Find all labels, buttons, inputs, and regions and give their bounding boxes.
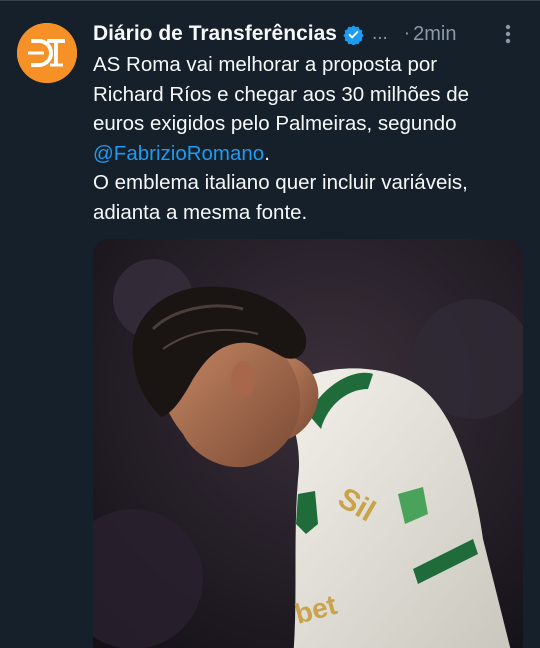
separator-dot: ·	[403, 23, 411, 44]
author-name[interactable]: Diário de Transferências	[93, 22, 337, 46]
avatar-logo	[17, 23, 77, 83]
tweet-text: AS Roma vai melhorar a proposta por Rich…	[93, 50, 533, 227]
tweet-timestamp[interactable]: 2min	[413, 23, 456, 46]
handle-truncated[interactable]: ...	[372, 23, 388, 45]
tweet-photo[interactable]: Sil bet	[93, 239, 523, 648]
tweet-text-line: Richard Ríos e chegar aos 30 milhões de	[93, 82, 470, 106]
mention-suffix: .	[264, 141, 270, 165]
mention-link[interactable]: @FabrizioRomano	[93, 142, 264, 165]
more-vertical-icon	[505, 24, 511, 44]
tweet-text-line: O emblema italiano quer incluir variávei…	[93, 171, 468, 194]
more-options-button[interactable]	[496, 22, 520, 46]
verified-badge-icon	[343, 24, 364, 45]
avatar[interactable]	[17, 23, 77, 83]
tweet-header: Diário de Transferências ... · 2min	[93, 20, 520, 48]
tweet-text-line: @FabrizioRomano.	[93, 139, 533, 169]
tweet[interactable]: Diário de Transferências ... · 2min AS R…	[0, 0, 540, 648]
player-photo: Sil bet	[93, 239, 523, 648]
tweet-text-line: AS Roma vai melhorar a proposta por	[93, 53, 438, 76]
tweet-text-line: adianta a mesma fonte.	[93, 200, 308, 224]
tweet-text-line: euros exigidos pelo Palmeiras, segundo	[93, 112, 457, 135]
